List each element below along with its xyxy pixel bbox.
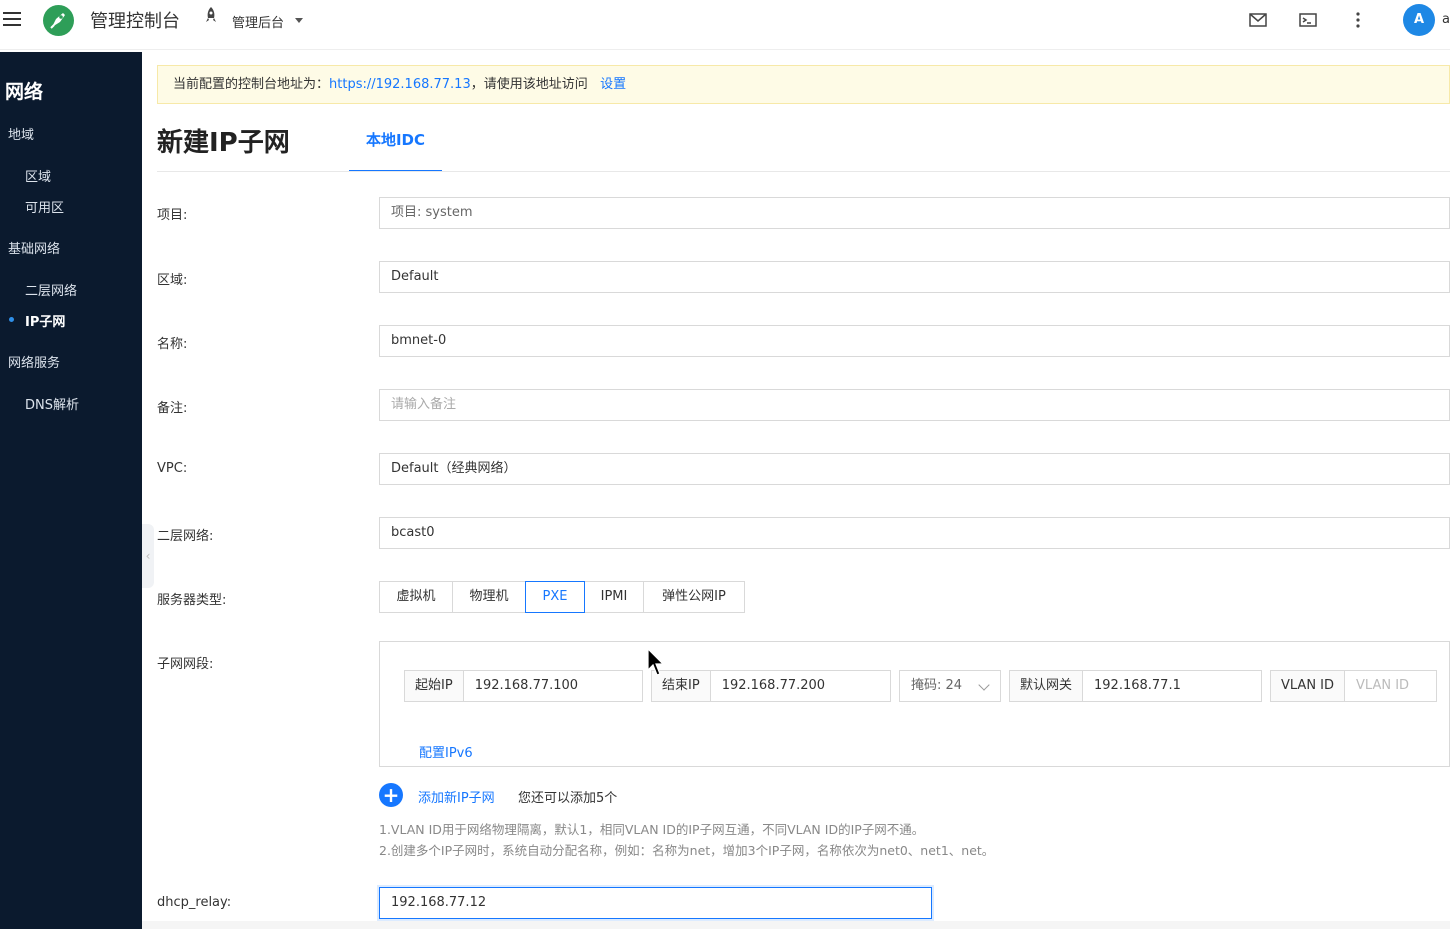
- gateway-addon: 默认网关: [1010, 671, 1084, 701]
- chevron-down-icon[interactable]: [295, 18, 303, 23]
- gateway-group: 默认网关 192.168.77.1: [1009, 670, 1262, 702]
- subnet-label: 子网网段:: [157, 657, 214, 672]
- mail-icon[interactable]: [1248, 10, 1268, 30]
- chevron-down-icon: [978, 679, 990, 691]
- server-type-label: 服务器类型:: [157, 593, 227, 608]
- sidebar-collapse-handle[interactable]: ‹: [142, 524, 154, 588]
- sidebar-item-availability-zone[interactable]: 可用区: [25, 197, 64, 216]
- terminal-icon[interactable]: [1298, 10, 1318, 30]
- start-ip-group: 起始IP 192.168.77.100: [404, 670, 643, 702]
- tab-local-idc[interactable]: 本地IDC: [349, 122, 442, 172]
- project-select[interactable]: 项目: system: [379, 197, 1450, 229]
- server-type-vm[interactable]: 虚拟机: [379, 581, 453, 613]
- user-name[interactable]: a: [1442, 12, 1450, 27]
- sidebar-group-basic-network: 基础网络: [8, 242, 61, 257]
- bottom-divider: [142, 921, 1450, 929]
- end-ip-input[interactable]: 192.168.77.200: [711, 671, 890, 701]
- tip-naming: 2.创建多个IP子网时，系统自动分配名称，例如：名称为net，增加3个IP子网，…: [379, 843, 995, 858]
- server-type-eip[interactable]: 弹性公网IP: [643, 581, 745, 613]
- vlan-input[interactable]: VLAN ID: [1345, 671, 1436, 701]
- vpc-label: VPC:: [157, 461, 188, 476]
- menu-icon[interactable]: [3, 12, 21, 28]
- start-ip-input[interactable]: 192.168.77.100: [464, 671, 642, 701]
- dhcp-relay-label: dhcp_relay:: [157, 895, 232, 910]
- name-input[interactable]: bmnet-0: [379, 325, 1450, 357]
- sidebar-group-region: 地域: [8, 128, 35, 143]
- subnet-box: [379, 641, 1450, 767]
- avatar[interactable]: A: [1403, 4, 1435, 36]
- project-selector[interactable]: 管理后台: [232, 12, 284, 31]
- notice-suffix: ，请使用该地址访问: [470, 77, 588, 92]
- more-vertical-icon[interactable]: [1348, 10, 1368, 30]
- logo-icon[interactable]: [43, 5, 74, 36]
- project-label: 项目:: [157, 208, 188, 223]
- mask-value: 掩码: 24: [911, 678, 963, 693]
- top-bar: 管理控制台 管理后台 A a: [0, 0, 1450, 50]
- server-type-physical[interactable]: 物理机: [452, 581, 526, 613]
- vpc-select[interactable]: Default（经典网络）: [379, 453, 1450, 485]
- vlan-addon: VLAN ID: [1271, 671, 1346, 701]
- server-type-pxe[interactable]: PXE: [525, 581, 585, 613]
- dhcp-relay-input[interactable]: 192.168.77.12: [379, 887, 932, 919]
- mouse-cursor-icon: [647, 647, 667, 682]
- start-ip-addon: 起始IP: [405, 671, 464, 701]
- page-title: 新建IP子网: [157, 128, 290, 158]
- notice-settings-link[interactable]: 设置: [600, 77, 626, 92]
- end-ip-group: 结束IP 192.168.77.200: [651, 670, 891, 702]
- vlan-group: VLAN ID VLAN ID: [1270, 670, 1437, 702]
- notice-prefix: 当前配置的控制台地址为：: [173, 77, 330, 92]
- sidebar-item-l2-network[interactable]: 二层网络: [25, 280, 77, 299]
- remark-input[interactable]: 请输入备注: [379, 389, 1450, 421]
- server-type-ipmi[interactable]: IPMI: [584, 581, 644, 613]
- tip-vlan: 1.VLAN ID用于网络物理隔离，默认1，相同VLAN ID的IP子网互通，不…: [379, 822, 925, 837]
- app-title: 管理控制台: [90, 11, 180, 32]
- name-label: 名称:: [157, 337, 188, 352]
- sidebar-item-dns[interactable]: DNS解析: [25, 394, 79, 413]
- notice-url-link[interactable]: https://192.168.77.13: [329, 77, 471, 92]
- l2-network-label: 二层网络:: [157, 529, 214, 544]
- sidebar-item-zone[interactable]: 区域: [25, 166, 51, 185]
- sidebar-title: 网络: [5, 81, 44, 103]
- add-subnet-link[interactable]: 添加新IP子网: [418, 787, 495, 806]
- gateway-input[interactable]: 192.168.77.1: [1083, 671, 1261, 701]
- sidebar-item-ip-subnet[interactable]: IP子网: [25, 311, 65, 330]
- region-label: 区域:: [157, 273, 188, 288]
- rocket-icon: [203, 6, 219, 26]
- console-address-notice: 当前配置的控制台地址为：https://192.168.77.13，请使用该地址…: [157, 65, 1450, 104]
- l2-network-select[interactable]: bcast0: [379, 517, 1450, 549]
- add-subnet-hint: 您还可以添加5个: [518, 791, 618, 806]
- region-select[interactable]: Default: [379, 261, 1450, 293]
- mask-select[interactable]: 掩码: 24: [899, 670, 1001, 702]
- configure-ipv6-link[interactable]: 配置IPv6: [419, 742, 473, 761]
- tab-divider: [157, 171, 1450, 172]
- sidebar: 网络 地域 区域 可用区 基础网络 二层网络 IP子网 网络服务 DNS解析: [0, 52, 142, 929]
- sidebar-group-network-services: 网络服务: [8, 356, 61, 371]
- remark-label: 备注:: [157, 401, 188, 416]
- active-indicator-dot: [9, 317, 14, 322]
- add-subnet-button[interactable]: +: [379, 783, 403, 807]
